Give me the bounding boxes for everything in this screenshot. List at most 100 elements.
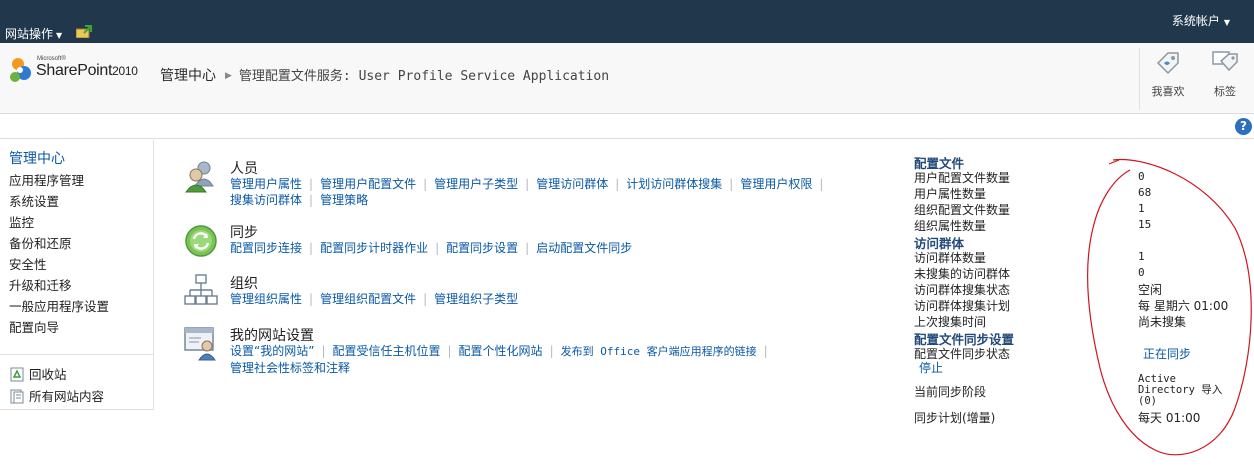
help-icon[interactable]: ? bbox=[1235, 118, 1252, 135]
configure-sync-settings-link[interactable]: 配置同步设置 bbox=[446, 241, 518, 255]
sync-stage: Active Directory 导入 (0) bbox=[1138, 374, 1222, 407]
nav-item-configuration-wizards[interactable]: 配置向导 bbox=[9, 317, 109, 338]
top-bar: 网站操作 ▼ 系统帐户 ▼ bbox=[0, 0, 1254, 43]
logo-version: 2010 bbox=[112, 64, 138, 78]
nav-item-backup-restore[interactable]: 备份和还原 bbox=[9, 233, 109, 254]
recycle-bin-link[interactable]: 回收站 bbox=[10, 364, 67, 383]
sync-status[interactable]: 正在同步 bbox=[1143, 345, 1191, 362]
last-compile-label: 上次搜集时间 bbox=[914, 315, 987, 329]
people-icon bbox=[185, 161, 214, 193]
compile-status-label: 访问群体搜集状态 bbox=[914, 283, 1011, 297]
nav-item-application-management[interactable]: 应用程序管理 bbox=[9, 170, 109, 191]
publish-office-links-link[interactable]: 发布到 Office 客户端应用程序的链接 bbox=[561, 345, 757, 358]
sharepoint-logo-icon bbox=[10, 58, 31, 82]
sync-icon bbox=[185, 225, 217, 257]
logo-product-name: SharePoint bbox=[36, 62, 113, 79]
last-compile: 尚未搜集 bbox=[1138, 315, 1187, 329]
uncompiled-audiences: 0 bbox=[1138, 266, 1145, 279]
personalization-site-link[interactable]: 配置个性化网站 bbox=[459, 344, 543, 358]
schedule-audience-compilation-link[interactable]: 计划访问群体搜集 bbox=[626, 177, 722, 191]
manage-social-tags-link[interactable]: 管理社会性标签和注释 bbox=[230, 361, 350, 375]
navigate-up-icon[interactable] bbox=[76, 25, 92, 38]
nav-item-general-settings[interactable]: 一般应用程序设置 bbox=[9, 296, 109, 317]
link-separator: | bbox=[309, 193, 314, 207]
org-property-count: 15 bbox=[1138, 218, 1152, 231]
manage-policies-link[interactable]: 管理策略 bbox=[320, 193, 368, 207]
like-tag-icon bbox=[1156, 52, 1179, 75]
breadcrumb-arrow-icon: ▶ bbox=[225, 71, 232, 81]
page-title: 管理配置文件服务: User Profile Service Applicati… bbox=[238, 69, 610, 84]
user-property-count-label: 用户属性数量 bbox=[914, 187, 987, 201]
trusted-host-locations-link[interactable]: 配置受信任主机位置 bbox=[332, 344, 440, 358]
nav-item-upgrade-migration[interactable]: 升级和迁移 bbox=[9, 275, 109, 296]
nav-item-security[interactable]: 安全性 bbox=[9, 254, 109, 275]
like-button[interactable]: 我喜欢 bbox=[1145, 49, 1191, 99]
link-separator: | bbox=[763, 344, 768, 358]
configure-sync-timer-job-link[interactable]: 配置同步计时器作业 bbox=[320, 241, 428, 255]
uncompiled-audiences-label: 未搜集的访问群体 bbox=[914, 267, 1011, 281]
link-separator: | bbox=[615, 177, 620, 191]
breadcrumb-root[interactable]: 管理中心 bbox=[160, 68, 216, 84]
manage-org-properties-link[interactable]: 管理组织属性 bbox=[230, 292, 302, 306]
user-profile-count: 0 bbox=[1138, 170, 1145, 183]
recycle-bin-label: 回收站 bbox=[29, 367, 67, 382]
compile-audiences-link[interactable]: 搜集访问群体 bbox=[230, 193, 302, 207]
breadcrumb: 管理中心 ▶ 管理配置文件服务: User Profile Service Appl… bbox=[160, 65, 609, 85]
start-profile-sync-link[interactable]: 启动配置文件同步 bbox=[536, 241, 632, 255]
nav-central-admin[interactable]: 管理中心 bbox=[9, 148, 65, 168]
manage-audiences-link[interactable]: 管理访问群体 bbox=[536, 177, 608, 191]
people-links: 管理用户属性 | 管理用户配置文件 | 管理用户子类型 | 管理访问群体 | 计划访问群体搜集 |… bbox=[230, 176, 850, 208]
account-menu[interactable]: 系统帐户 ▼ bbox=[1172, 12, 1230, 29]
manage-user-permissions-link[interactable]: 管理用户权限 bbox=[740, 177, 812, 191]
org-profile-count: 1 bbox=[1138, 202, 1145, 215]
nav-item-system-settings[interactable]: 系统设置 bbox=[9, 191, 109, 212]
audience-count: 1 bbox=[1138, 250, 1145, 263]
link-separator: | bbox=[819, 177, 824, 191]
link-separator: | bbox=[525, 241, 530, 255]
link-separator: | bbox=[309, 292, 314, 306]
nav-divider bbox=[0, 354, 153, 355]
configure-sync-connections-link[interactable]: 配置同步连接 bbox=[230, 241, 302, 255]
org-links: 管理组织属性 | 管理组织配置文件 | 管理组织子类型 bbox=[230, 291, 850, 307]
title-area: Microsoft® SharePoint2010 管理中心 ▶ 管理配置文件服务:… bbox=[0, 43, 1254, 114]
link-separator: | bbox=[309, 177, 314, 191]
account-label: 系统帐户 bbox=[1171, 14, 1220, 28]
chevron-down-icon: ▼ bbox=[56, 31, 63, 40]
sync-stage-label: 当前同步阶段 bbox=[914, 385, 987, 399]
all-site-content-link[interactable]: 所有网站内容 bbox=[10, 386, 104, 405]
org-title: 组织 bbox=[230, 276, 258, 292]
people-title: 人员 bbox=[230, 161, 258, 177]
ribbon-divider bbox=[1139, 48, 1140, 110]
user-profile-count-label: 用户配置文件数量 bbox=[914, 171, 1011, 185]
sharepoint-logo: Microsoft® SharePoint2010 bbox=[8, 56, 153, 86]
manage-org-subtypes-link[interactable]: 管理组织子类型 bbox=[434, 292, 518, 306]
setup-my-sites-link[interactable]: 设置“我的网站” bbox=[230, 344, 314, 358]
manage-user-subtypes-link[interactable]: 管理用户子类型 bbox=[434, 177, 518, 191]
stop-sync-link[interactable]: 停止 bbox=[919, 359, 943, 376]
compile-schedule-label: 访问群体搜集计划 bbox=[914, 299, 1011, 313]
tags-notes-button[interactable]: 标签 bbox=[1202, 49, 1248, 99]
audience-count-label: 访问群体数量 bbox=[914, 251, 987, 265]
org-property-count-label: 组织属性数量 bbox=[914, 219, 987, 233]
link-separator: | bbox=[729, 177, 734, 191]
sync-stage-line3: (0) bbox=[1138, 395, 1157, 407]
link-separator: | bbox=[309, 241, 314, 255]
site-actions-menu[interactable]: 网站操作 ▼ bbox=[5, 25, 62, 42]
link-separator: | bbox=[525, 177, 530, 191]
all-content-icon bbox=[10, 389, 24, 404]
sync-schedule: 每天 01:00 bbox=[1138, 411, 1201, 425]
link-separator: | bbox=[435, 241, 440, 255]
link-separator: | bbox=[321, 344, 326, 358]
nav-item-monitoring[interactable]: 监控 bbox=[9, 212, 109, 233]
site-actions-label: 网站操作 bbox=[5, 27, 54, 41]
manage-org-profiles-link[interactable]: 管理组织配置文件 bbox=[320, 292, 416, 306]
nav-list: 应用程序管理 系统设置 监控 备份和还原 安全性 升级和迁移 一般应用程序设置 … bbox=[9, 170, 109, 338]
all-content-label: 所有网站内容 bbox=[29, 389, 105, 404]
tags-notes-icon bbox=[1212, 51, 1238, 72]
manage-user-profiles-link[interactable]: 管理用户配置文件 bbox=[320, 177, 416, 191]
logo-product: SharePoint2010 bbox=[36, 62, 138, 80]
manage-user-properties-link[interactable]: 管理用户属性 bbox=[230, 177, 302, 191]
chevron-down-icon: ▼ bbox=[1223, 18, 1230, 27]
compile-status: 空闲 bbox=[1138, 283, 1163, 297]
sync-schedule-label: 同步计划(增量) bbox=[914, 411, 996, 425]
